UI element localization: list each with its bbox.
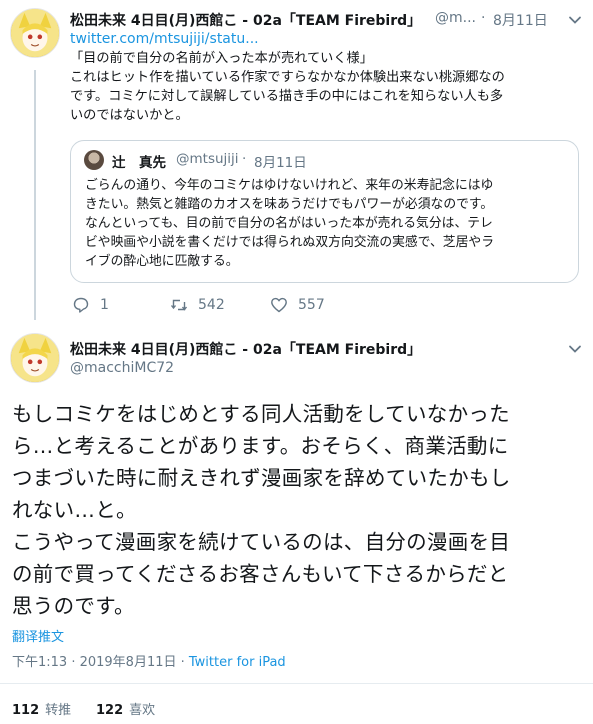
main-tweet-text-line: の前で買ってくださるお客さんもいて下さるからだと xyxy=(12,562,509,586)
main-tweet-text-line: もしコミケをはじめとする同人活動をしていなかった xyxy=(12,402,510,426)
main-tweet-text: もしコミケをはじめとする同人活動をしていなかった ら…と考えることがあります。お… xyxy=(12,398,587,622)
tweet-text-line: です。コミケに対して誤解している描き手の中にはこれを知らない人も多 xyxy=(70,89,504,104)
reply-count: 1 xyxy=(100,297,109,313)
retweet-icon xyxy=(170,299,188,311)
handle[interactable]: @macchiMC72 xyxy=(70,360,174,376)
thread-connector-line xyxy=(34,70,36,320)
chevron-down-icon[interactable] xyxy=(566,11,584,29)
handle[interactable]: @m... xyxy=(435,10,476,26)
tweet-text-line: 「目の前で自分の名前が入った本が売れていく様」 xyxy=(70,51,373,66)
divider xyxy=(0,683,593,684)
quote-text-line: きたい。熱気と雑踏のカオスを味あうだけでもパワーが必須なのです。 xyxy=(85,197,494,212)
quote-date: 8月11日 xyxy=(254,155,307,171)
likes-count: 122 xyxy=(96,703,124,718)
retweets-stat[interactable]: 112 转推 xyxy=(12,699,71,718)
separator-dot: · xyxy=(481,10,486,26)
display-name[interactable]: 松田未来 4日目(月)西館こ - 02a「TEAM Firebird」 xyxy=(70,339,421,359)
timestamp-text[interactable]: 下午1:13 · 2019年8月11日 · xyxy=(12,655,189,670)
quote-text: ごらんの通り、今年のコミケはゆけないけれど、来年の米寿記念にはゆ きたい。熱気と… xyxy=(85,176,570,271)
quote-display-name: 辻 真先 xyxy=(112,155,166,171)
like-button[interactable]: 557 xyxy=(270,296,325,314)
source-link[interactable]: Twitter for iPad xyxy=(189,655,286,670)
reply-button[interactable]: 1 xyxy=(72,296,109,314)
status-link[interactable]: twitter.com/mtsujiji/statu... xyxy=(70,31,259,47)
heart-icon xyxy=(271,297,287,313)
tweet-text: 「目の前で自分の名前が入った本が売れていく様」 これはヒット作を描いている作家で… xyxy=(70,49,585,125)
tweet-timestamp: 下午1:13 · 2019年8月11日 · Twitter for iPad xyxy=(12,651,286,670)
quote-text-line: イブの酔心地に匹敵する。 xyxy=(85,254,239,269)
quote-avatar xyxy=(84,150,104,170)
likes-stat[interactable]: 122 喜欢 xyxy=(96,699,155,718)
quote-separator-dot: · xyxy=(242,151,247,167)
like-count: 557 xyxy=(298,297,325,313)
avatar-image xyxy=(11,334,59,382)
quote-text-line: ビや映画や小説を書くだけでは得られぬ双方向交流の実感で、芝居やラ xyxy=(85,235,494,250)
avatar-image xyxy=(11,9,59,57)
retweets-label: 转推 xyxy=(45,703,72,718)
main-tweet-text-line: 思うのです。 xyxy=(12,594,135,618)
chevron-down-icon[interactable] xyxy=(566,340,584,358)
quote-handle: @mtsujiji xyxy=(176,151,239,167)
main-tweet-text-line: つまづいた時に耐えきれず漫画家を辞めていたかもし xyxy=(12,466,511,490)
translate-tweet-link[interactable]: 翻译推文 xyxy=(12,626,64,645)
quote-text-line: ごらんの通り、今年のコミケはゆけないけれど、来年の米寿記念にはゆ xyxy=(85,178,494,193)
retweet-count: 542 xyxy=(198,297,225,313)
display-name[interactable]: 松田未来 4日目(月)西館こ - 02a「TEAM Firebird」 xyxy=(70,10,421,30)
tweet-text-line: これはヒット作を描いている作家ですらなかなか体験出来ない桃源郷なの xyxy=(70,70,505,85)
main-tweet-text-line: ら…と考えることがあります。おそらく、商業活動に xyxy=(12,434,509,458)
likes-label: 喜欢 xyxy=(129,703,156,718)
retweet-button[interactable]: 542 xyxy=(170,296,225,314)
main-tweet-text-line: こうやって漫画家を続けているのは、自分の漫画を目 xyxy=(12,530,511,554)
avatar[interactable] xyxy=(10,8,60,58)
tweet-text-line: いのではないかと。 xyxy=(70,108,189,123)
avatar[interactable] xyxy=(10,333,60,383)
retweets-count: 112 xyxy=(12,703,40,718)
quote-text-line: なんといっても、目の前で自分の名がはいった本が売れる気分は、テレ xyxy=(85,216,493,231)
reply-icon xyxy=(73,297,89,313)
tweet-date[interactable]: 8月11日 xyxy=(493,10,548,30)
main-tweet-text-line: れない…と。 xyxy=(12,498,137,522)
